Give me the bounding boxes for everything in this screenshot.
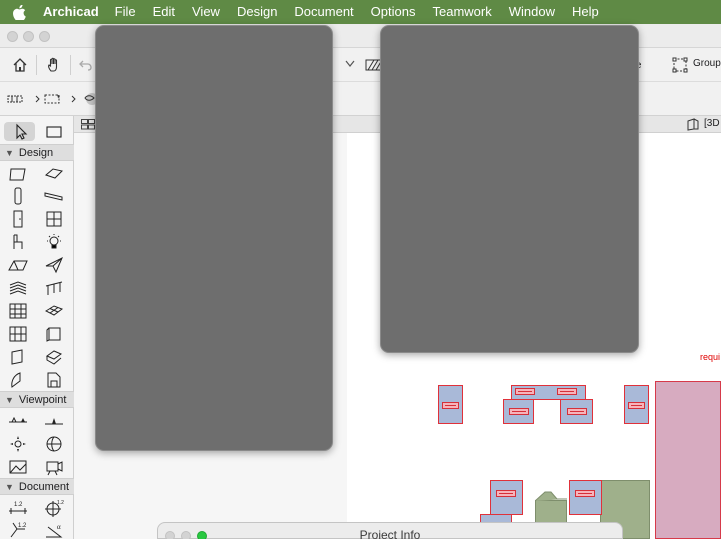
object-tool[interactable] [5,232,31,252]
lamp-tool[interactable] [41,232,67,252]
window-mark [515,388,535,395]
toolbox-section-design[interactable]: ▼ Design [0,144,74,161]
section-label: Design [18,146,54,159]
dimension-tool[interactable]: 1.2 [5,498,31,518]
marquee-selector-button[interactable] [43,91,77,107]
section-label: Document [18,480,70,493]
shell-tool[interactable] [41,255,67,275]
menu-teamwork[interactable]: Teamwork [432,0,491,24]
zoom-window-button[interactable] [39,31,50,42]
worksheet-tool[interactable] [41,434,67,454]
mesh-tool[interactable] [41,301,67,321]
toolbox-section-document[interactable]: ▼ Document [0,478,74,495]
layer-selector-button[interactable] [6,91,40,107]
tab-grid-icon[interactable] [80,118,96,131]
morph-tool[interactable] [5,324,31,344]
svg-text:1.2: 1.2 [14,502,23,508]
window-mark [557,388,577,395]
roof-tool[interactable] [5,255,31,275]
opening-tool[interactable] [5,347,31,367]
menu-edit[interactable]: Edit [153,0,175,24]
elevation-tool[interactable] [41,411,67,431]
toolbox-section-viewpoint[interactable]: ▼ Viewpoint [0,391,74,408]
svg-text:1.2: 1.2 [57,500,64,506]
railing-tool[interactable] [41,278,67,298]
interior-elevation-tool[interactable] [5,434,31,454]
svg-text:α: α [57,523,61,531]
window-mark [496,490,516,497]
overlay-panel-right [380,25,639,353]
marquee-tool[interactable] [41,122,67,142]
roof-gable [535,491,567,502]
dialog-title: Project Info [359,528,421,539]
toolbox-palette: ▼ Design ▼ Viewpoint ▼ Document 1.2 1.2 … [0,116,74,539]
window-mark [628,402,645,409]
column-tool[interactable] [5,186,31,206]
room-block[interactable] [569,480,602,515]
menu-app-name[interactable]: Archicad [43,0,99,24]
chevron-down-icon[interactable] [344,58,356,70]
skylight-tool[interactable] [41,324,67,344]
pan-hand-icon[interactable] [44,55,64,75]
window-mark [575,490,595,497]
tab-3d[interactable]: [3D [704,118,720,129]
project-info-dialog[interactable]: Project Info [157,522,623,539]
window-mark [442,402,459,409]
section-tool[interactable] [5,411,31,431]
toolbar-separator [70,55,71,75]
menu-help[interactable]: Help [572,0,599,24]
detail-tool[interactable] [5,457,31,477]
camera-tool[interactable] [41,457,67,477]
menu-window[interactable]: Window [509,0,555,24]
menu-design[interactable]: Design [237,0,277,24]
menu-options[interactable]: Options [371,0,416,24]
toolbar-separator [36,55,37,75]
menu-bar: Archicad File Edit View Design Document … [0,0,721,24]
window-mark [509,408,529,415]
apple-icon[interactable] [13,0,35,24]
window-tool[interactable] [41,209,67,229]
save-section-tool[interactable] [41,370,67,390]
wall-tool[interactable] [5,164,31,184]
svg-text:1.2: 1.2 [18,523,27,529]
zone-tool[interactable] [41,347,67,367]
disclosure-triangle-icon: ▼ [5,394,14,405]
groups-icon[interactable] [670,55,690,75]
room-block[interactable] [490,480,523,515]
door-tool[interactable] [5,209,31,229]
angle-dimension-tool[interactable]: α [41,520,67,539]
disclosure-triangle-icon: ▼ [5,147,14,158]
home-icon[interactable] [10,55,30,75]
menu-file[interactable]: File [115,0,136,24]
beam-tool[interactable] [41,186,67,206]
canvas-annotation: requi [700,352,721,362]
stair-tool[interactable] [5,278,31,298]
curtain-wall-tool[interactable] [5,301,31,321]
radial-dimension-tool[interactable]: 1.2 [41,498,67,518]
3d-view-icon[interactable] [685,117,701,132]
menu-document[interactable]: Document [294,0,353,24]
window-mark [567,408,587,415]
overlay-panel-left [95,25,333,451]
menu-view[interactable]: View [192,0,220,24]
groups-label[interactable]: Groups [693,58,721,69]
section-label: Viewpoint [18,393,67,406]
close-window-button[interactable] [7,31,18,42]
zone-block[interactable] [655,381,721,539]
minimize-window-button[interactable] [23,31,34,42]
arrow-tool[interactable] [4,122,35,141]
slab-tool[interactable] [41,164,67,184]
undo-icon[interactable] [76,55,96,75]
surface-tool[interactable] [5,370,31,390]
level-dimension-tool[interactable]: 1.2 [5,520,31,539]
disclosure-triangle-icon: ▼ [5,481,14,492]
